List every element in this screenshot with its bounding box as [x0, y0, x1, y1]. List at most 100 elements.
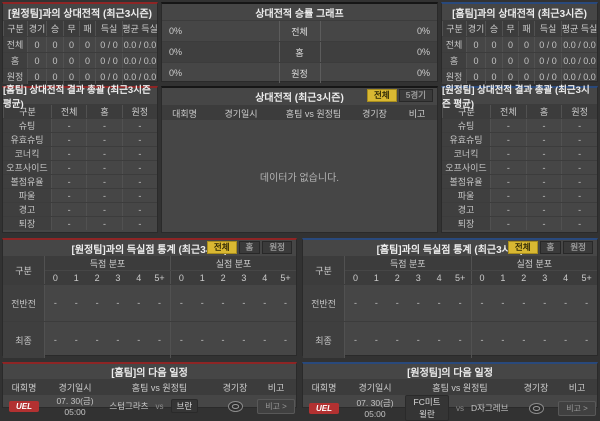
cell: - — [158, 298, 162, 308]
filter-home-button[interactable]: 홈 — [238, 241, 261, 254]
bin-header: 2 — [521, 272, 527, 283]
winrate-row: 0% 홈 0% — [162, 41, 437, 62]
column-header: 구분 — [3, 21, 27, 36]
stadium-icon[interactable] — [528, 402, 544, 414]
home-team-name[interactable]: 스텀그라츠 — [109, 400, 148, 412]
cell-total: - — [490, 175, 526, 188]
table-row: 유효슈팅 - - - — [3, 132, 157, 146]
cell: - — [543, 298, 547, 308]
cell-goals: 0 / 0 — [534, 53, 561, 68]
column-header: 득실 — [534, 21, 561, 36]
cell-total: - — [490, 161, 526, 174]
cell-home: - — [525, 175, 562, 188]
empty-message: 데이터가 없습니다. — [259, 173, 340, 184]
cell-away: - — [121, 161, 157, 174]
left-percent: 0% — [169, 68, 183, 78]
filter-all-button[interactable]: 전체 — [206, 241, 237, 254]
right-percent: 0% — [416, 47, 430, 57]
filter-home-button[interactable]: 홈 — [539, 241, 562, 254]
column-header: 비고 — [267, 382, 285, 393]
filter-away-button[interactable]: 원정 — [262, 241, 292, 254]
cell-home: - — [86, 119, 121, 132]
table-body: 전반전 - - - - - - - - - - - - 최종 - - - - -… — [3, 284, 296, 358]
filter-buttons: 전체 홈 원정 — [206, 241, 292, 254]
row-label: 전반전 — [303, 285, 345, 321]
bin-header: 0 — [178, 272, 184, 283]
cell-home: - — [86, 203, 121, 216]
row-label: 전체 — [3, 37, 27, 52]
table-row: 전체 0 0 0 0 0 / 0 0.0 / 0.0 — [3, 36, 157, 52]
row-label: 홈 — [3, 53, 27, 68]
row-label: 최종 — [303, 322, 345, 358]
column-header: 무 — [502, 21, 518, 36]
cell: - — [470, 285, 493, 321]
cell: - — [284, 335, 288, 345]
filter-all-button[interactable]: 전체 — [507, 241, 538, 254]
cell-home: - — [525, 203, 562, 216]
away-team-name[interactable]: 브란 — [170, 399, 199, 413]
cell: - — [221, 335, 225, 345]
cell: - — [564, 335, 568, 345]
cell-home: - — [525, 147, 562, 160]
bin-header: 3 — [115, 272, 121, 283]
goals-table-header: 구분 득점 분포 실점 분포 0 1 2 3 4 5+ 0 1 2 3 4 5+ — [303, 256, 597, 284]
cell-away: - — [561, 217, 597, 230]
bin-header: 3 — [241, 272, 247, 283]
cell: - — [585, 335, 589, 345]
cell-away: - — [561, 161, 597, 174]
row-label: 퇴장 — [3, 217, 51, 230]
filter-all-button[interactable]: 전체 — [366, 89, 397, 102]
note-button[interactable]: 비고 > — [558, 400, 596, 416]
cell-loss: 0 — [518, 37, 534, 52]
group-row: 득점 분포 실점 분포 — [45, 256, 296, 270]
cell-avg-goals: 0.0 / 0.0 — [122, 53, 157, 68]
cell-away: - — [121, 147, 157, 160]
home-team-name[interactable]: FC미트윌란 — [405, 395, 449, 421]
cell-away: - — [561, 203, 597, 216]
cell: - — [200, 298, 204, 308]
cell-total: - — [490, 203, 526, 216]
table-row: 홈 0 0 0 0 0 / 0 0.0 / 0.0 — [3, 52, 157, 68]
bin-header: 4 — [563, 272, 569, 283]
row-label: 경고 — [442, 203, 490, 216]
panel-title: 상대전적 (최근3시즌) 전체 5경기 — [162, 88, 437, 105]
table-row: 경고 - - - — [3, 202, 157, 216]
row-label: 최종 — [3, 322, 45, 358]
group-row: 득점 분포 실점 분포 — [345, 256, 597, 270]
cell-avg-goals: 0.0 / 0.0 — [561, 37, 597, 52]
table-row: 퇴장 - - - — [442, 216, 597, 230]
cell: - — [437, 335, 441, 345]
away-team-name[interactable]: D자그레브 — [471, 402, 508, 414]
cell-total: - — [51, 147, 86, 160]
cell-total: - — [51, 161, 86, 174]
right-percent: 0% — [416, 68, 430, 78]
row-label: 코너킥 — [3, 147, 51, 160]
cell-total: - — [51, 217, 86, 230]
table-row: 코너킥 - - - — [442, 146, 597, 160]
filter-away-button[interactable]: 원정 — [563, 241, 593, 254]
h2h-home-table: 구분 경기 승 무 패 득실 평균 득실 전체 0 0 0 0 0 / 0 0.0 / 0.… — [442, 20, 597, 84]
panel-next-away: [원정팀]의 다음 일정 대회명 경기일시 홈팀 vs 원정팀 경기장 비고 UEL 0… — [302, 362, 598, 421]
scored-bins: 0 1 2 3 4 5+ — [345, 271, 471, 284]
table-row: 코너킥 - - - — [3, 146, 157, 160]
h2h-away-table: 구분 경기 승 무 패 득실 평균 득실 전체 0 0 0 0 0 / 0 0.0 / 0.… — [3, 20, 157, 84]
cell-total: - — [490, 217, 526, 230]
winrate-row: 0% 전체 0% — [162, 20, 437, 41]
note-button[interactable]: 비고 > — [257, 398, 295, 414]
bin-header: 3 — [415, 272, 421, 283]
row-label: 오프사이드 — [442, 161, 490, 174]
next-match-row: UEL 07. 30(금) 05:00 FC미트윌란 vs D자그레브 비고 > — [303, 394, 597, 421]
panel-next-home: [홈팀]의 다음 일정 대회명 경기일시 홈팀 vs 원정팀 경기장 비고 UEL 07… — [2, 362, 297, 417]
cell-loss: 0 — [518, 53, 534, 68]
table-row: 전반전 - - - - - - - - - - - - — [303, 284, 597, 321]
bin-header: 4 — [136, 272, 142, 283]
cell: - — [374, 335, 378, 345]
filter-last5-button[interactable]: 5경기 — [398, 89, 433, 102]
table-row: 퇴장 - - - — [3, 216, 157, 230]
table-row: 오프사이드 - - - — [3, 160, 157, 174]
conceded-bins: 0 1 2 3 4 5+ — [170, 271, 296, 284]
cell-win: 0 — [485, 53, 502, 68]
cell: - — [501, 298, 505, 308]
cell-home: - — [86, 133, 121, 146]
panel-goals-vs-away: [원정팀]과의 득실점 통계 (최근3시즌) 전체 홈 원정 구분 득점 분포 … — [2, 238, 297, 358]
